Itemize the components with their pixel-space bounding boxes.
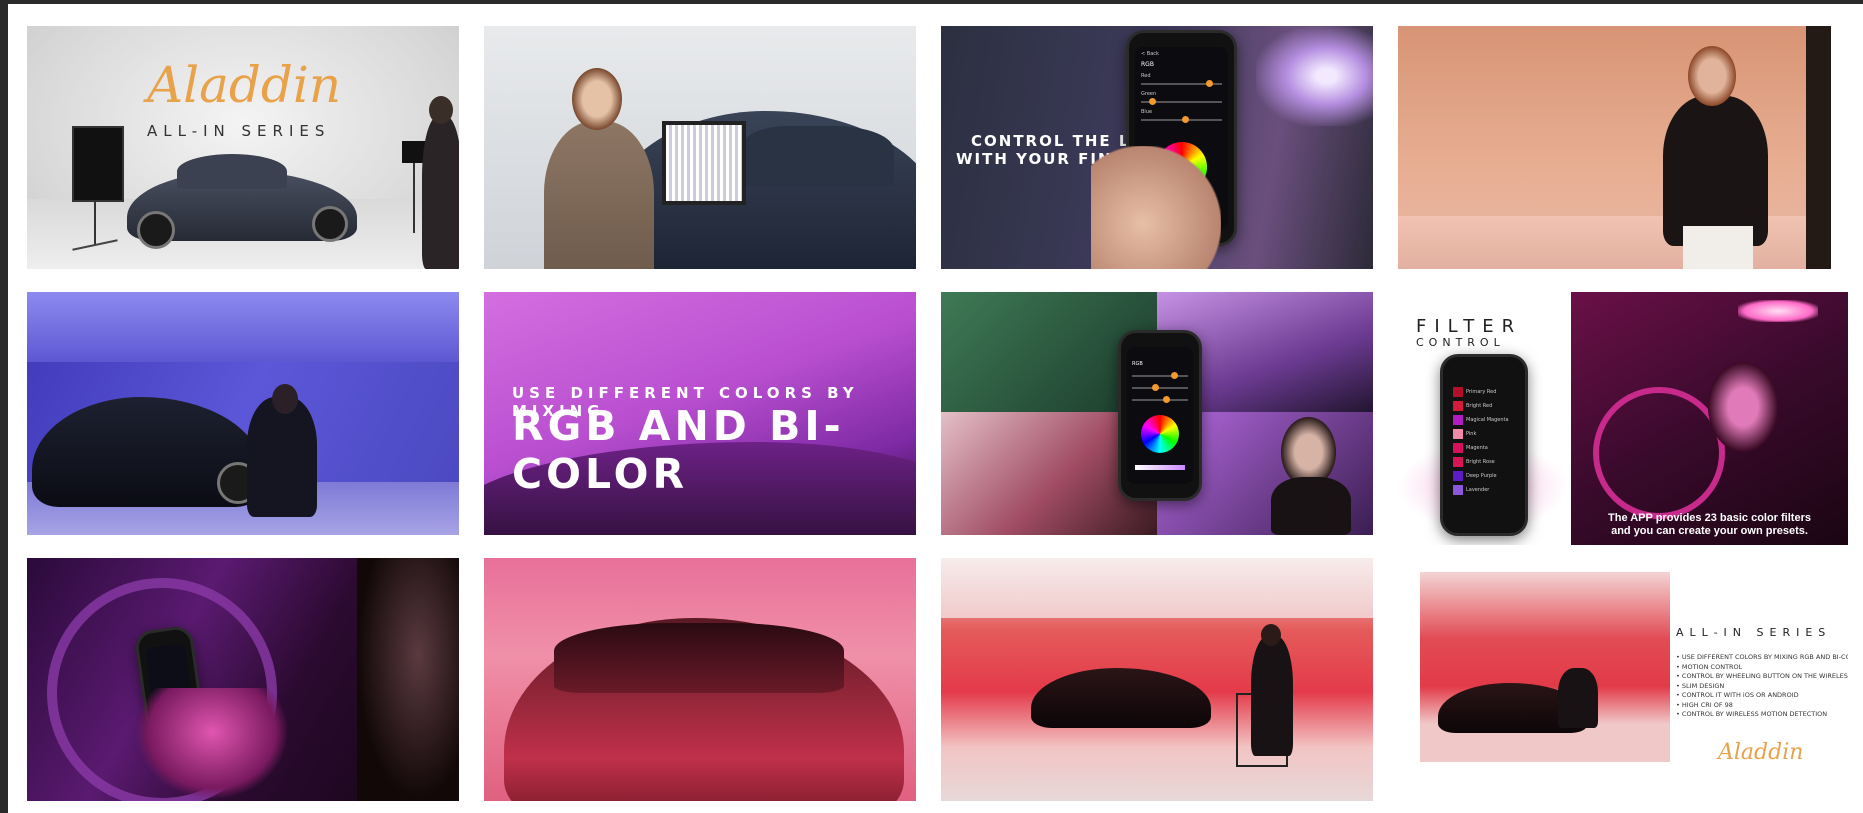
person [1251,636,1293,756]
feature-item: • CONTROL IT WITH iOS OR ANDROID [1676,691,1799,699]
phone: Primary Red Bright Red Magical Magenta P… [1440,354,1528,536]
gallery-image-app-control[interactable]: CONTROL THE LIGHT WITH YOUR FINGERTIPS <… [941,26,1373,269]
person [247,397,317,517]
feature-item: • USE DIFFERENT COLORS BY MIXING RGB AND… [1676,653,1848,661]
app-row-label: Blue [1141,109,1153,115]
app-row-label: Green [1141,91,1157,97]
series-title: ALL-IN SERIES [1676,626,1832,639]
feature-list: • USE DIFFERENT COLORS BY MIXING RGB AND… [1676,653,1848,720]
gallery-image-blue-studio[interactable] [27,292,459,535]
filter-item[interactable]: Magenta [1466,445,1488,451]
filter-caption-2: and you can create your own presets. [1611,525,1808,537]
light-stand [1806,26,1831,269]
app-back-link: < Back [1141,51,1159,57]
gallery-image-pink-car[interactable] [484,558,916,801]
app-title: RGB [1141,61,1154,68]
gallery-image-warm-studio[interactable] [1398,26,1831,269]
person [1663,96,1768,246]
gallery-image-car-interior[interactable] [27,558,459,801]
feature-item: • MOTION CONTROL [1676,662,1743,671]
light-panel [662,121,746,205]
gallery-image-feature-sheet[interactable]: ALL-IN SERIES • USE DIFFERENT COLORS BY … [1398,558,1848,808]
person [1558,668,1598,728]
hand [1091,146,1221,269]
filter-title: FILTER [1416,316,1523,337]
gallery-image-collage[interactable]: RGB [941,292,1373,535]
filter-item[interactable]: Magical Magenta [1466,417,1509,423]
feature-item: • HIGH CRI OF 98 [1676,700,1733,709]
phone: RGB [1118,330,1202,501]
gallery-image-red-studio[interactable] [941,558,1373,801]
filter-item[interactable]: Lavender [1466,487,1489,493]
filter-item[interactable]: Primary Red [1466,389,1496,395]
app-row-label: Red [1141,73,1151,79]
color-wheel [1141,415,1179,453]
filter-subtitle: CONTROL [1416,336,1505,349]
filter-item[interactable]: Bright Red [1466,403,1492,409]
filter-item[interactable]: Deep Purple [1466,473,1497,479]
gallery-image-woman-panel[interactable] [484,26,916,269]
red-studio-photo [1420,572,1670,762]
light-panel [72,126,124,202]
feature-item: • CONTROL BY WHEELING BUTTON ON THE WIRE… [1676,672,1848,680]
gallery-frame: Aladdin ALL-IN SERIES CONTROL THE LIGHT … [8,4,1863,813]
gallery-image-filter-control[interactable]: FILTER CONTROL Primary Red Bright Red Ma… [1398,292,1848,545]
gallery-image-aladdin-logo[interactable]: Aladdin ALL-IN SERIES [27,26,459,269]
person [422,116,459,269]
person [544,121,654,269]
brand-logo: Aladdin [147,56,342,114]
hand [137,688,287,798]
series-label: ALL-IN SERIES [147,122,331,140]
gallery-image-rgb-bicolor[interactable]: USE DIFFERENT COLORS BY MIXING RGB AND B… [484,292,916,535]
feature-item: • SLIM DESIGN [1676,681,1725,690]
filter-caption-1: The APP provides 23 basic color filters [1608,512,1811,524]
feature-item: • CONTROL BY WIRELESS MOTION DETECTION [1676,710,1828,718]
person [1271,477,1351,535]
rgb-bicolor-title: RGB AND BI-COLOR [512,402,845,498]
filter-item[interactable]: Bright Rose [1466,459,1495,465]
filter-item[interactable]: Pink [1466,431,1476,437]
brand-logo: Aladdin [1718,740,1804,765]
